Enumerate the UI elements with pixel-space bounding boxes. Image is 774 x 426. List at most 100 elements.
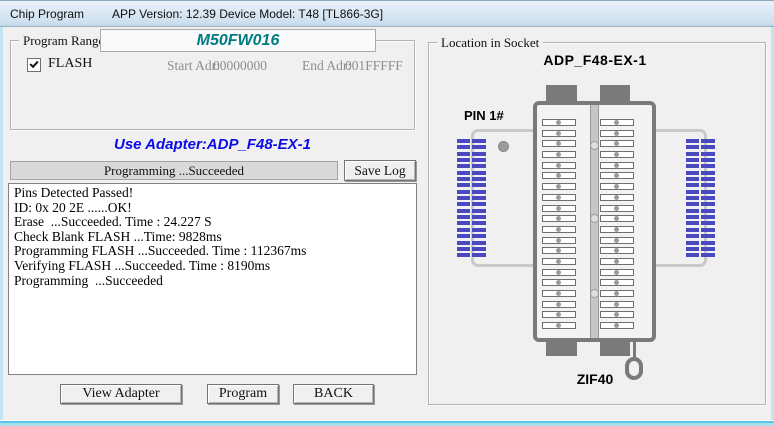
program-button[interactable]: Program	[207, 384, 279, 404]
use-adapter-notice: Use Adapter:ADP_F48-EX-1	[10, 136, 415, 153]
header-pin	[686, 202, 715, 206]
start-adr-value: 00000000	[213, 58, 267, 74]
program-range-label: Program Range	[19, 33, 108, 48]
socket-pin-row	[600, 194, 634, 201]
header-pin	[686, 247, 715, 251]
header-pin	[686, 234, 715, 238]
socket-pin-row	[542, 311, 576, 318]
socket-pin-row	[542, 140, 576, 147]
title-bar: Chip Program APP Version: 12.39 Device M…	[0, 0, 774, 27]
adapter-name-label: ADP_F48-EX-1	[480, 52, 710, 68]
socket-pin-row	[600, 130, 634, 137]
log-line: Programming ...Succeeded	[14, 274, 411, 289]
chip-name: M50FW016	[197, 32, 280, 49]
pin-header-right	[686, 139, 715, 257]
end-adr-value: 001FFFFF	[345, 58, 403, 74]
socket-pin-row	[542, 162, 576, 169]
header-pin	[457, 253, 486, 257]
header-pin	[686, 164, 715, 168]
socket-tab-bottom-right	[600, 341, 630, 356]
header-pin	[686, 183, 715, 187]
socket-pin-row	[600, 322, 634, 329]
socket-pin-row	[600, 215, 634, 222]
header-pin	[457, 183, 486, 187]
socket-tab-top-left	[546, 85, 577, 102]
window-border-bottom	[0, 420, 774, 426]
socket-pin-row	[600, 311, 634, 318]
spine-dot	[590, 214, 599, 223]
socket-pin-row	[600, 205, 634, 212]
header-pin	[457, 152, 486, 156]
header-pin	[457, 145, 486, 149]
header-pin	[457, 164, 486, 168]
header-pin	[686, 221, 715, 225]
socket-pin-row	[600, 140, 634, 147]
socket-pin-row	[600, 226, 634, 233]
window-border-left	[0, 27, 3, 426]
socket-pin-row	[542, 237, 576, 244]
program-range-group: Program Range	[10, 40, 415, 130]
socket-spine	[590, 105, 599, 338]
header-pin	[457, 171, 486, 175]
log-line: ID: 0x 20 2E ......OK!	[14, 201, 411, 216]
header-pin	[457, 228, 486, 232]
socket-pin-row	[600, 162, 634, 169]
socket-pin-column-right	[600, 119, 634, 329]
end-adr-label: End Adr:	[302, 58, 351, 74]
header-pin	[457, 190, 486, 194]
status-bar: Programming ...Succeeded	[10, 161, 338, 180]
pin1-marker-icon	[498, 141, 509, 152]
pin1-label: PIN 1#	[464, 108, 504, 123]
header-pin	[457, 177, 486, 181]
socket-pin-row	[542, 151, 576, 158]
socket-pin-row	[600, 237, 634, 244]
socket-pin-row	[542, 290, 576, 297]
save-log-button[interactable]: Save Log	[344, 160, 416, 181]
chip-name-box: M50FW016	[100, 29, 376, 52]
header-pin	[457, 215, 486, 219]
flash-checkbox-label: FLASH	[48, 56, 92, 72]
socket-pin-row	[542, 172, 576, 179]
socket-pin-row	[542, 130, 576, 137]
log-output[interactable]: Pins Detected Passed!ID: 0x 20 2E ......…	[8, 183, 417, 375]
socket-pin-row	[542, 301, 576, 308]
socket-pin-row	[542, 279, 576, 286]
header-pin	[686, 241, 715, 245]
zif40-label: ZIF40	[540, 371, 650, 387]
socket-pin-row	[600, 258, 634, 265]
spine-dot	[590, 141, 599, 150]
header-pin	[457, 247, 486, 251]
chip-program-window: Chip Program APP Version: 12.39 Device M…	[0, 0, 774, 426]
header-pin	[457, 139, 486, 143]
header-pin	[686, 196, 715, 200]
socket-pin-row	[542, 322, 576, 329]
socket-pin-row	[600, 290, 634, 297]
header-pin	[457, 241, 486, 245]
location-in-socket-label: Location in Socket	[437, 35, 543, 50]
start-adr-label: Start Adr:	[167, 58, 220, 74]
socket-pin-row	[600, 269, 634, 276]
socket-pin-row	[542, 269, 576, 276]
header-pin	[686, 152, 715, 156]
header-pin	[686, 209, 715, 213]
socket-tab-bottom-left	[546, 341, 577, 356]
header-pin	[457, 202, 486, 206]
header-pin	[686, 171, 715, 175]
window-subtitle: APP Version: 12.39 Device Model: T48 [TL…	[112, 7, 383, 21]
socket-pin-row	[600, 183, 634, 190]
socket-pin-row	[542, 215, 576, 222]
header-pin	[457, 196, 486, 200]
socket-pin-row	[600, 172, 634, 179]
socket-pin-row	[542, 194, 576, 201]
socket-tab-top-right	[600, 85, 630, 102]
flash-checkbox[interactable]	[27, 58, 41, 72]
view-adapter-button[interactable]: View Adapter	[60, 384, 182, 404]
header-pin	[686, 139, 715, 143]
header-pin	[457, 221, 486, 225]
socket-pin-row	[600, 247, 634, 254]
socket-pin-row	[600, 151, 634, 158]
back-button[interactable]: BACK	[293, 384, 374, 404]
socket-pin-row	[600, 301, 634, 308]
log-line: Verifying FLASH ...Succeeded. Time : 819…	[14, 259, 411, 274]
header-pin	[686, 215, 715, 219]
